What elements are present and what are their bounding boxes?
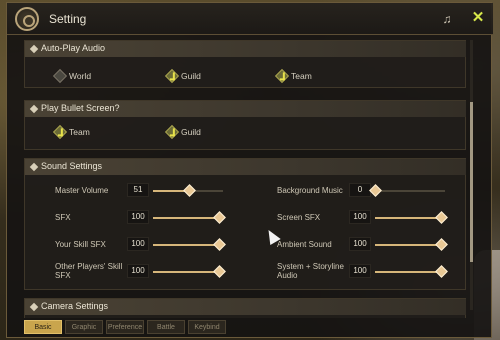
your-skill-sfx-label: Your Skill SFX	[55, 240, 106, 249]
checkbox-checked-icon	[274, 68, 290, 84]
master-volume-slider[interactable]	[153, 184, 223, 197]
gear-emblem-icon	[15, 7, 39, 31]
play-bullet-screen-section: Play Bullet Screen? Team Guild	[24, 100, 466, 150]
settings-content: Auto-Play Audio World Guild Team Play Bu…	[24, 38, 466, 318]
diamond-knob-icon[interactable]	[435, 211, 448, 224]
checkbox-label: Team	[291, 71, 312, 81]
slider-fill	[153, 244, 219, 246]
diamond-knob-icon[interactable]	[435, 238, 448, 251]
slider-fill	[375, 217, 441, 219]
other-players-skill-sfx-label: Other Players' Skill SFX	[55, 262, 123, 280]
bullet-team-checkbox[interactable]: Team	[52, 124, 90, 140]
tab-basic[interactable]: Basic	[24, 320, 62, 334]
diamond-knob-icon[interactable]	[182, 184, 196, 197]
master-volume-label: Master Volume	[55, 186, 109, 195]
diamond-knob-icon[interactable]	[213, 265, 226, 278]
checkbox-unchecked-icon	[52, 68, 68, 84]
sfx-value: 100	[127, 210, 149, 224]
checkbox-label: Team	[69, 127, 90, 137]
checkbox-label: Guild	[181, 127, 201, 137]
sfx-label: SFX	[55, 213, 71, 222]
background-music-label: Background Music	[277, 186, 343, 195]
checkbox-checked-icon	[164, 124, 180, 140]
bullet-guild-checkbox[interactable]: Guild	[164, 124, 201, 140]
checkbox-checked-icon	[164, 68, 180, 84]
section-title: Play Bullet Screen?	[41, 103, 120, 113]
master-volume-value: 51	[127, 183, 149, 197]
diamond-knob-icon[interactable]	[435, 265, 448, 278]
tab-keybind[interactable]: Keybind	[188, 320, 226, 334]
auto-play-team-checkbox[interactable]: Team	[274, 68, 312, 84]
your-skill-sfx-slider[interactable]	[153, 238, 226, 251]
camera-settings-section: Camera Settings	[24, 298, 466, 318]
slider-fill	[375, 271, 441, 273]
diamond-bullet-icon	[29, 44, 39, 54]
checkbox-label: Guild	[181, 71, 201, 81]
screen-sfx-slider[interactable]	[375, 211, 448, 224]
diamond-bullet-icon	[29, 162, 39, 172]
checkbox-label: World	[69, 71, 92, 81]
tab-graphic[interactable]: Graphic	[65, 320, 103, 334]
diamond-knob-icon[interactable]	[213, 238, 226, 251]
window-title: Setting	[49, 12, 87, 26]
ambient-sound-slider[interactable]	[375, 238, 448, 251]
auto-play-guild-checkbox[interactable]: Guild	[164, 68, 201, 84]
diamond-knob-icon[interactable]	[213, 211, 226, 224]
system-storyline-audio-label: System + Storyline Audio	[277, 262, 344, 280]
ambient-sound-value: 100	[349, 237, 371, 251]
section-title: Auto-Play Audio	[41, 43, 106, 53]
screen-sfx-value: 100	[349, 210, 371, 224]
scrollbar-thumb[interactable]	[470, 102, 473, 262]
section-header: Camera Settings	[25, 299, 466, 315]
section-header: Play Bullet Screen?	[25, 101, 466, 117]
close-icon[interactable]: ✕	[470, 10, 486, 26]
system-storyline-audio-value: 100	[349, 264, 371, 278]
diamond-knob-icon[interactable]	[369, 184, 382, 197]
screen-sfx-label: Screen SFX	[277, 213, 321, 222]
checkbox-checked-icon	[52, 124, 68, 140]
scrollbar[interactable]	[470, 40, 473, 310]
sound-settings-section: Sound Settings Master Volume 51 SFX 100 …	[24, 158, 466, 290]
system-storyline-audio-slider[interactable]	[375, 265, 448, 278]
headset-icon[interactable]: ♫	[440, 12, 454, 26]
section-title: Sound Settings	[41, 161, 103, 171]
slider-fill	[153, 217, 219, 219]
section-header: Auto-Play Audio	[25, 41, 466, 57]
tab-battle[interactable]: Battle	[147, 320, 185, 334]
other-players-skill-sfx-slider[interactable]	[153, 265, 226, 278]
auto-play-audio-section: Auto-Play Audio World Guild Team	[24, 40, 466, 88]
sfx-slider[interactable]	[153, 211, 226, 224]
diamond-bullet-icon	[29, 302, 39, 312]
background-music-slider[interactable]	[369, 184, 445, 197]
ambient-sound-label: Ambient Sound	[277, 240, 332, 249]
diamond-bullet-icon	[29, 104, 39, 114]
title-bar: Setting ♫ ✕	[7, 3, 493, 35]
section-title: Camera Settings	[41, 301, 109, 311]
tab-preference[interactable]: Preference	[106, 320, 144, 334]
slider-fill	[375, 244, 441, 246]
other-players-skill-sfx-value: 100	[127, 264, 149, 278]
settings-tabs: Basic Graphic Preference Battle Keybind	[24, 320, 226, 336]
slider-fill	[153, 271, 219, 273]
auto-play-world-checkbox[interactable]: World	[52, 68, 92, 84]
your-skill-sfx-value: 100	[127, 237, 149, 251]
section-header: Sound Settings	[25, 159, 466, 175]
